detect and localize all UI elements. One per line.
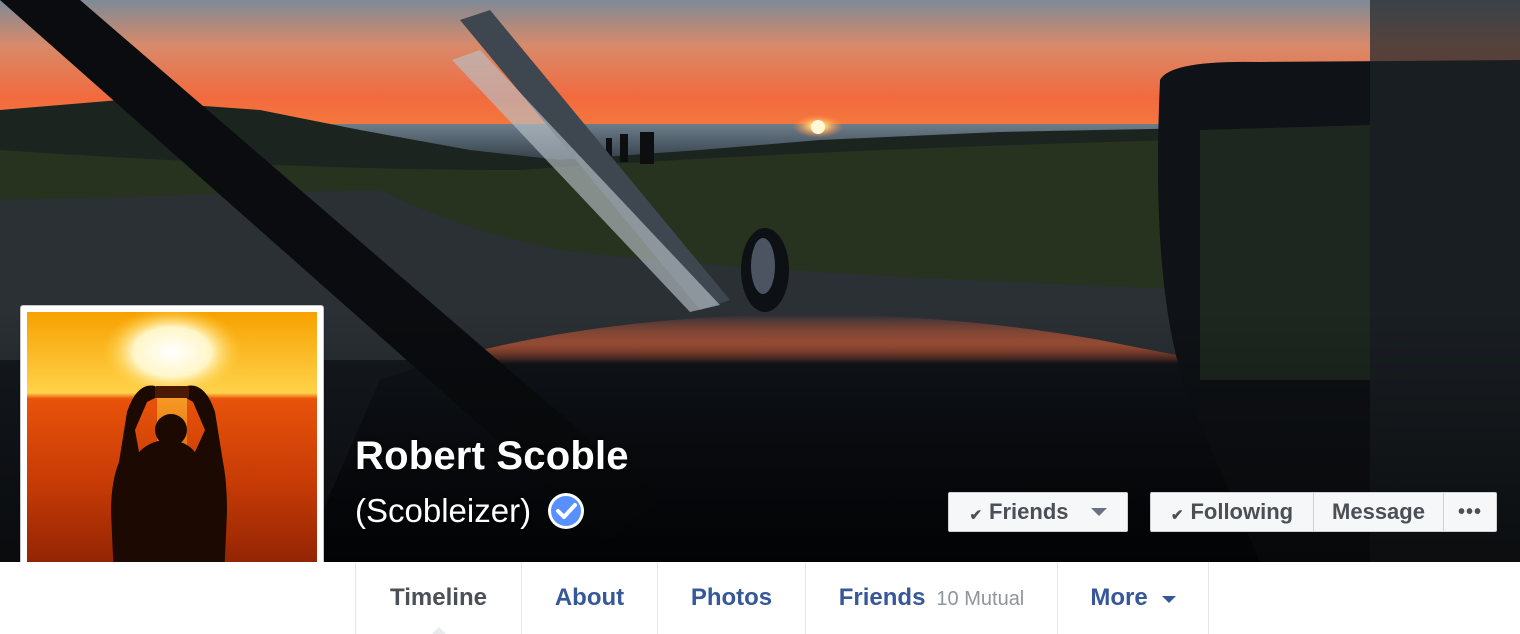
- verified-check-icon[interactable]: [547, 492, 585, 530]
- mutual-friends-count: 10 Mutual: [936, 588, 1025, 610]
- profile-page: Robert Scoble (Scobleizer) ✔ Friends ✔ F…: [0, 0, 1520, 634]
- active-tab-indicator: [430, 627, 447, 634]
- alternate-name-row: (Scobleizer): [355, 492, 585, 530]
- tab-label: Photos: [690, 584, 773, 611]
- profile-tab-bar: Timeline About Photos Friends 10 Mutual …: [0, 562, 1520, 634]
- chevron-down-icon: [1090, 508, 1107, 516]
- tab-label: About: [554, 584, 625, 611]
- more-options-button[interactable]: •••: [1444, 492, 1497, 532]
- tab-list: Timeline About Photos Friends 10 Mutual …: [355, 562, 1209, 634]
- follow-message-group: ✔ Following Message •••: [1150, 492, 1497, 532]
- tab-more[interactable]: More: [1057, 562, 1209, 634]
- chevron-down-icon: [1161, 595, 1176, 603]
- tab-label: Timeline: [390, 584, 487, 611]
- ellipsis-icon: •••: [1457, 500, 1482, 523]
- avatar-image: [27, 312, 317, 601]
- tab-timeline[interactable]: Timeline: [355, 562, 521, 634]
- friends-button-label: Friends: [989, 499, 1069, 524]
- message-button[interactable]: Message: [1314, 492, 1444, 532]
- check-icon: ✔: [1170, 507, 1184, 524]
- message-button-label: Message: [1332, 499, 1425, 524]
- profile-name[interactable]: Robert Scoble: [355, 434, 629, 479]
- check-icon: ✔: [969, 507, 983, 524]
- tab-friends[interactable]: Friends 10 Mutual: [805, 562, 1057, 634]
- alternate-name: (Scobleizer): [355, 492, 532, 529]
- tab-label: Friends: [838, 584, 926, 611]
- following-button[interactable]: ✔ Following: [1150, 492, 1314, 532]
- friends-button[interactable]: ✔ Friends: [948, 492, 1128, 532]
- tab-about[interactable]: About: [521, 562, 657, 634]
- tab-label: More: [1090, 584, 1148, 611]
- tab-photos[interactable]: Photos: [657, 562, 805, 634]
- following-button-label: Following: [1190, 499, 1294, 524]
